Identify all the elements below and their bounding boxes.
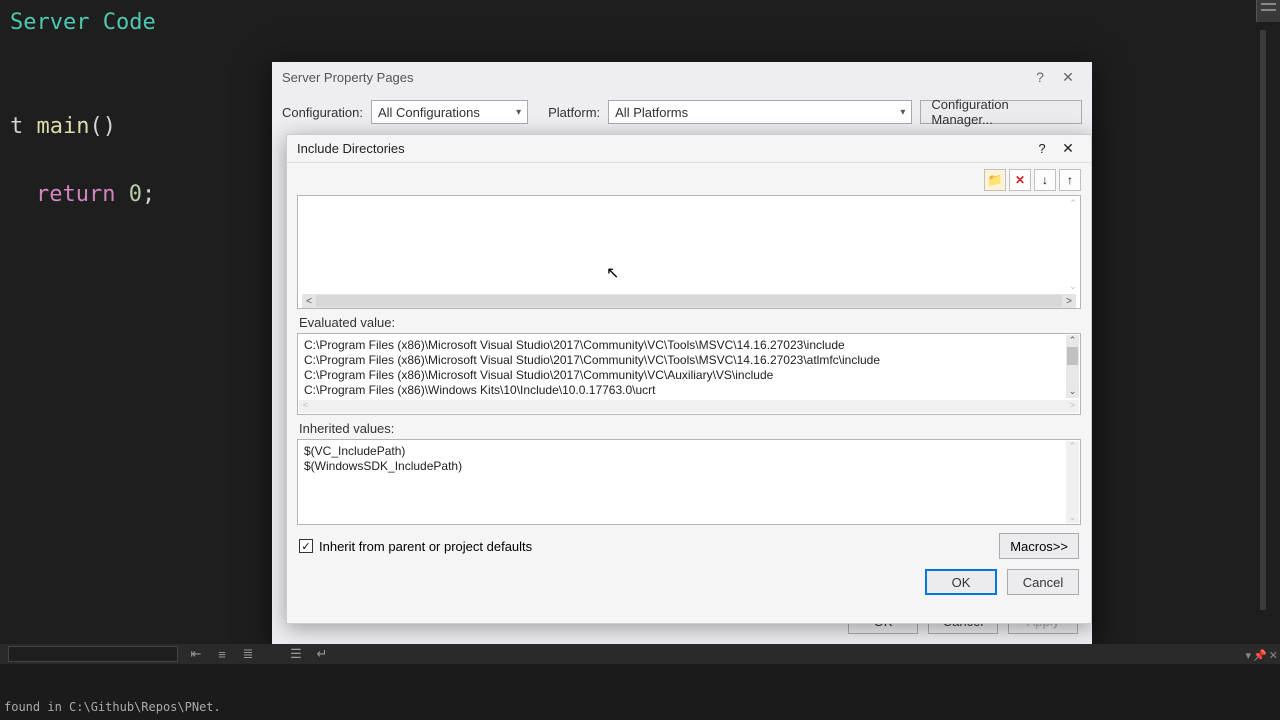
- move-up-button[interactable]: ↑: [1059, 169, 1081, 191]
- inner-titlebar: Include Directories ? ✕: [287, 135, 1091, 163]
- panel-controls: ▾ 📌 ✕: [1246, 649, 1278, 662]
- toolbar-lower: ⇤ ≡ ≣ ☰ ↵: [0, 644, 1280, 664]
- inherited-line: $(VC_IncludePath): [304, 444, 1074, 459]
- close-icon[interactable]: ✕: [1269, 649, 1278, 662]
- delete-button[interactable]: ✕: [1009, 169, 1031, 191]
- move-down-button[interactable]: ↓: [1034, 169, 1056, 191]
- config-row: Configuration: All Configurations ▾ Plat…: [272, 92, 1092, 132]
- inner-button-row: OK Cancel: [287, 565, 1091, 605]
- list-icon[interactable]: ☰: [288, 646, 304, 662]
- indent-left-icon[interactable]: ⇤: [188, 646, 204, 662]
- inherited-line: $(WindowsSDK_IncludePath): [304, 459, 1074, 474]
- filter-select[interactable]: [8, 646, 178, 662]
- editor-scrollbar[interactable]: [1260, 30, 1266, 610]
- list-scrollbar-horizontal[interactable]: <>: [302, 294, 1076, 308]
- chevron-down-icon: ▾: [516, 107, 521, 118]
- minimap: [1256, 0, 1280, 22]
- indent-in-icon[interactable]: ≡: [214, 646, 230, 662]
- list-toolbar: 📁 ✕ ↓ ↑: [287, 163, 1091, 193]
- chevron-down-icon[interactable]: ▾: [1246, 649, 1252, 662]
- configuration-manager-button[interactable]: Configuration Manager...: [920, 100, 1082, 124]
- inherited-values-box[interactable]: $(VC_IncludePath) $(WindowsSDK_IncludePa…: [297, 439, 1081, 525]
- mouse-cursor: ↖: [606, 263, 620, 281]
- inherited-values-label: Inherited values:: [299, 421, 1079, 436]
- inner-title-text: Include Directories: [297, 141, 405, 156]
- scrollbar-vertical[interactable]: ⌃⌄: [1066, 441, 1079, 523]
- ok-button[interactable]: OK: [925, 569, 997, 595]
- evaluated-value-box[interactable]: C:\Program Files (x86)\Microsoft Visual …: [297, 333, 1081, 415]
- evaluated-line: C:\Program Files (x86)\Windows Kits\10\I…: [304, 383, 1074, 398]
- new-line-button[interactable]: 📁: [984, 169, 1006, 191]
- dialog-title: Server Property Pages: [282, 70, 414, 85]
- scrollbar-horizontal[interactable]: <>: [299, 400, 1079, 413]
- evaluated-line: C:\Program Files (x86)\Microsoft Visual …: [304, 368, 1074, 383]
- include-directories-dialog: Include Directories ? ✕ 📁 ✕ ↓ ↑ ⌃⌄ <> ↖ …: [286, 134, 1092, 624]
- dialog-titlebar: Server Property Pages ? ✕: [272, 62, 1092, 92]
- scrollbar-vertical[interactable]: ⌃⌄: [1066, 335, 1079, 398]
- configuration-label: Configuration:: [282, 105, 363, 120]
- evaluated-line: C:\Program Files (x86)\Microsoft Visual …: [304, 353, 1074, 368]
- chevron-down-icon: ▾: [900, 107, 905, 118]
- help-icon[interactable]: ?: [1026, 69, 1054, 85]
- platform-select[interactable]: All Platforms ▾: [608, 100, 912, 124]
- wrap-icon[interactable]: ↵: [314, 646, 330, 662]
- directories-list[interactable]: ⌃⌄ <> ↖: [297, 195, 1081, 309]
- inherit-checkbox[interactable]: ✓: [299, 539, 313, 553]
- status-text: found in C:\Github\Repos\PNet.: [4, 700, 221, 714]
- help-icon[interactable]: ?: [1029, 141, 1055, 156]
- list-scrollbar-vertical[interactable]: ⌃⌄: [1066, 198, 1080, 292]
- evaluated-line: C:\Program Files (x86)\Microsoft Visual …: [304, 338, 1074, 353]
- inherit-row: ✓ Inherit from parent or project default…: [287, 525, 1091, 565]
- inherit-checkbox-label: Inherit from parent or project defaults: [319, 539, 532, 554]
- cancel-button[interactable]: Cancel: [1007, 569, 1079, 595]
- evaluated-value-label: Evaluated value:: [299, 315, 1079, 330]
- pin-icon[interactable]: 📌: [1253, 649, 1267, 662]
- close-icon[interactable]: ✕: [1054, 69, 1082, 86]
- close-icon[interactable]: ✕: [1055, 140, 1081, 157]
- indent-out-icon[interactable]: ≣: [240, 646, 256, 662]
- macros-button[interactable]: Macros>>: [999, 533, 1079, 559]
- tab-title: Server Code: [10, 6, 1270, 40]
- platform-label: Platform:: [548, 105, 600, 120]
- configuration-select[interactable]: All Configurations ▾: [371, 100, 528, 124]
